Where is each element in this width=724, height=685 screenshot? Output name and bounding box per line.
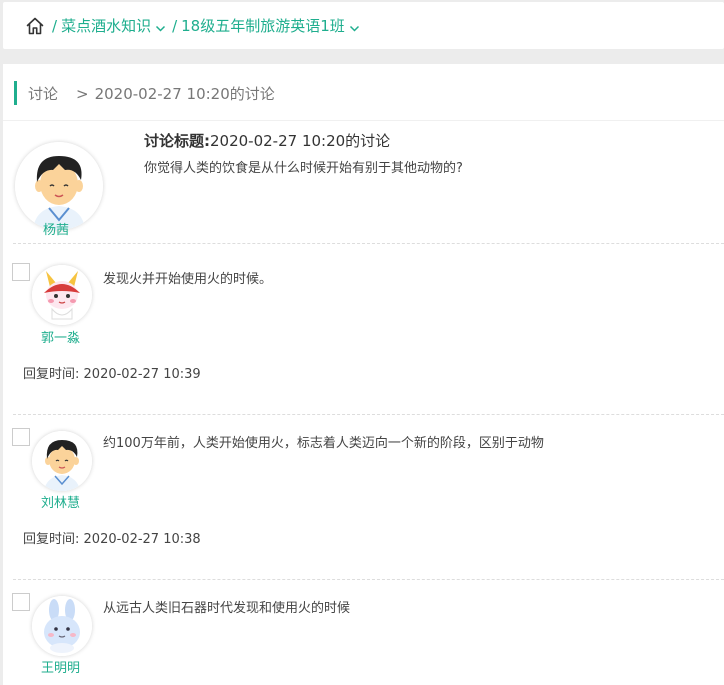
avatar — [32, 265, 92, 325]
reply-author-name: 郭一淼 — [41, 331, 81, 346]
reply-author-name: 王明明 — [41, 661, 81, 676]
reply-time-value: 2020-02-27 10:38 — [83, 532, 201, 547]
topic-question: 你觉得人类的饮食是从什么时候开始有别于其他动物的? — [144, 161, 463, 176]
sub-breadcrumb: 讨论 >2020-02-27 10:20的讨论 — [28, 83, 275, 104]
sub-breadcrumb-page: 2020-02-27 10:20的讨论 — [94, 85, 275, 103]
reply-time-label: 回复时间: — [23, 532, 80, 547]
breadcrumb-class[interactable]: 18级五年制旅游英语1班 — [181, 15, 345, 36]
home-icon[interactable] — [25, 16, 45, 36]
reply-time-label: 回复时间: — [23, 367, 80, 382]
reply-checkbox[interactable] — [12, 263, 30, 281]
divider — [13, 579, 724, 580]
rabbit-avatar-icon — [32, 596, 92, 656]
reply-content: 约100万年前，人类开始使用火，标志着人类迈向一个新的阶段，区别于动物 — [103, 436, 544, 451]
reply-content: 发现火并开始使用火的时候。 — [103, 272, 273, 287]
chevron-down-icon[interactable] — [349, 20, 360, 32]
section-header: 讨论 >2020-02-27 10:20的讨论 — [3, 64, 724, 121]
avatar — [32, 431, 92, 491]
topic-title-label: 讨论标题: — [144, 132, 210, 150]
sub-breadcrumb-section[interactable]: 讨论 — [28, 85, 58, 103]
cartoon-girl-avatar-icon — [32, 265, 92, 325]
divider — [13, 243, 724, 244]
reply-checkbox[interactable] — [12, 428, 30, 446]
breadcrumb: / 菜点酒水知识 / 18级五年制旅游英语1班 — [25, 15, 366, 36]
reply-author-name: 刘林慧 — [41, 496, 81, 511]
top-bar: / 菜点酒水知识 / 18级五年制旅游英语1班 — [3, 2, 724, 49]
discussion-panel: 讨论 >2020-02-27 10:20的讨论 杨茜 讨论标题:2020-02-2… — [3, 64, 724, 685]
boy-avatar-icon — [32, 431, 92, 491]
topic-title: 讨论标题:2020-02-27 10:20的讨论 — [144, 130, 390, 151]
avatar — [32, 596, 92, 656]
divider — [13, 414, 724, 415]
chevron-down-icon[interactable] — [155, 20, 166, 32]
reply-content: 从远古人类旧石器时代发现和使用火的时候 — [103, 601, 351, 616]
breadcrumb-separator: / — [172, 16, 178, 35]
boy-avatar-icon — [15, 142, 103, 230]
topic-title-text: 2020-02-27 10:20的讨论 — [210, 132, 391, 150]
reply-checkbox[interactable] — [12, 593, 30, 611]
reply-time: 回复时间: 2020-02-27 10:38 — [23, 528, 201, 547]
accent-bar — [14, 81, 17, 105]
avatar — [15, 142, 103, 230]
reply-time-value: 2020-02-27 10:39 — [83, 367, 201, 382]
breadcrumb-course[interactable]: 菜点酒水知识 — [61, 15, 151, 36]
reply-time: 回复时间: 2020-02-27 10:39 — [23, 363, 201, 382]
arrow-separator: > — [76, 85, 89, 103]
topic-author-name: 杨茜 — [43, 223, 70, 238]
breadcrumb-separator: / — [52, 16, 58, 35]
